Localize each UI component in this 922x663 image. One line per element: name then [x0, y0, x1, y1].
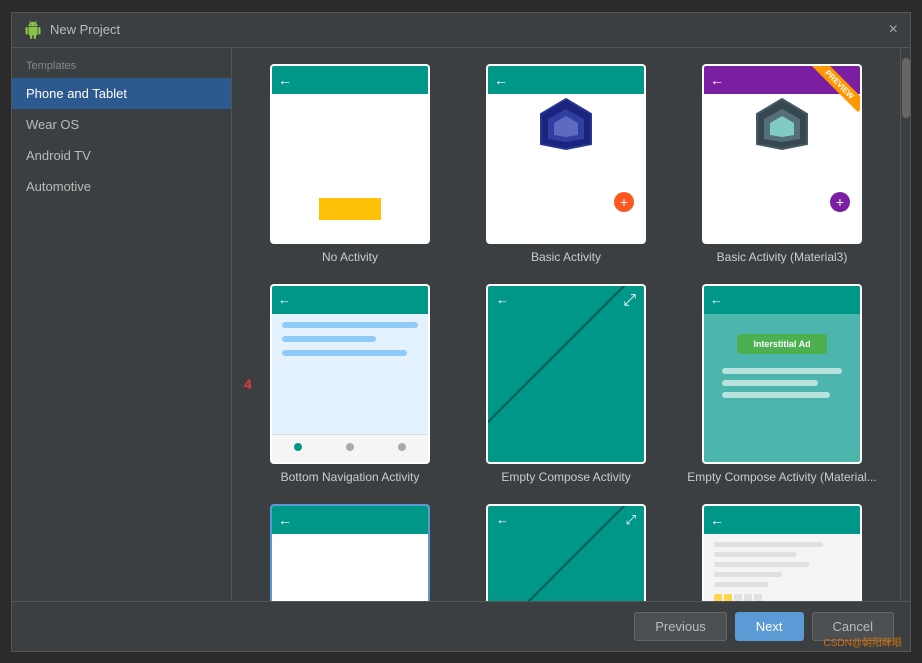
sidebar-item-android-tv[interactable]: Android TV — [12, 140, 231, 171]
sidebar: Templates Phone and Tablet Wear OS Andro… — [12, 48, 232, 601]
template-thumb-basic-activity: ← + — [486, 64, 646, 244]
template-thumb-admob: ← — [702, 504, 862, 601]
template-basic-material3[interactable]: PREVIEW ← — [684, 64, 880, 264]
template-thumb-empty-compose-material: ← Interstitial Ad — [702, 284, 862, 464]
watermark: CSDN@朝阳眯眼 — [824, 634, 903, 649]
template-empty-compose-material[interactable]: ← Interstitial Ad — [684, 284, 880, 484]
template-thumb-empty-compose: ← ⤢ — [486, 284, 646, 464]
sidebar-item-automotive[interactable]: Automotive — [12, 171, 231, 202]
android-icon — [24, 21, 42, 39]
template-label-no-activity: No Activity — [322, 250, 378, 264]
template-label-basic-activity: Basic Activity — [531, 250, 601, 264]
template-label-empty-compose: Empty Compose Activity — [501, 470, 630, 484]
template-thumb-no-activity: ← — [270, 64, 430, 244]
sidebar-item-label-phone-tablet: Phone and Tablet — [26, 86, 127, 101]
sidebar-item-label-automotive: Automotive — [26, 179, 91, 194]
sidebar-item-label-android-tv: Android TV — [26, 148, 91, 163]
content-area: Templates Phone and Tablet Wear OS Andro… — [12, 48, 910, 601]
dialog-title: New Project — [50, 22, 120, 37]
template-admob[interactable]: ← — [684, 504, 880, 601]
templates-grid: ← No Activity — [232, 48, 900, 601]
next-button[interactable]: Next — [735, 612, 804, 641]
template-label-basic-material3: Basic Activity (Material3) — [717, 250, 848, 264]
previous-button[interactable]: Previous — [634, 612, 727, 641]
title-bar: New Project × — [12, 13, 910, 48]
sidebar-item-phone-tablet[interactable]: Phone and Tablet — [12, 78, 231, 109]
scroll-thumb[interactable] — [902, 58, 910, 118]
title-bar-left: New Project — [24, 21, 120, 39]
template-thumb-bottom-nav: ← — [270, 284, 430, 464]
template-thumb-empty-activity: ← — [270, 504, 430, 601]
sidebar-item-label-wear-os: Wear OS — [26, 117, 79, 132]
main-content: ← No Activity — [232, 48, 900, 601]
template-empty-activity[interactable]: ← Empty Activity — [252, 504, 448, 601]
template-no-activity[interactable]: ← No Activity — [252, 64, 448, 264]
scrollbar[interactable] — [900, 48, 910, 601]
template-thumb-fullscreen: ← ⤢ — [486, 504, 646, 601]
template-basic-activity[interactable]: ← + — [468, 64, 664, 264]
template-label-bottom-nav: Bottom Navigation Activity — [281, 470, 420, 484]
template-fullscreen[interactable]: ← ⤢ Fullscreen Activity — [468, 504, 664, 601]
template-empty-compose[interactable]: ← ⤢ Empty Compose Activity — [468, 284, 664, 484]
dialog-footer: Previous Next Cancel — [12, 601, 910, 651]
new-project-dialog: New Project × Templates Phone and Tablet… — [11, 12, 911, 652]
sidebar-item-wear-os[interactable]: Wear OS — [12, 109, 231, 140]
template-label-empty-compose-material: Empty Compose Activity (Material... — [687, 470, 876, 484]
close-button[interactable]: × — [889, 22, 898, 38]
template-bottom-nav[interactable]: 4 ← — [252, 284, 448, 484]
selected-counter: 4 — [244, 376, 252, 392]
sidebar-header: Templates — [12, 48, 231, 78]
template-thumb-basic-material3: PREVIEW ← — [702, 64, 862, 244]
